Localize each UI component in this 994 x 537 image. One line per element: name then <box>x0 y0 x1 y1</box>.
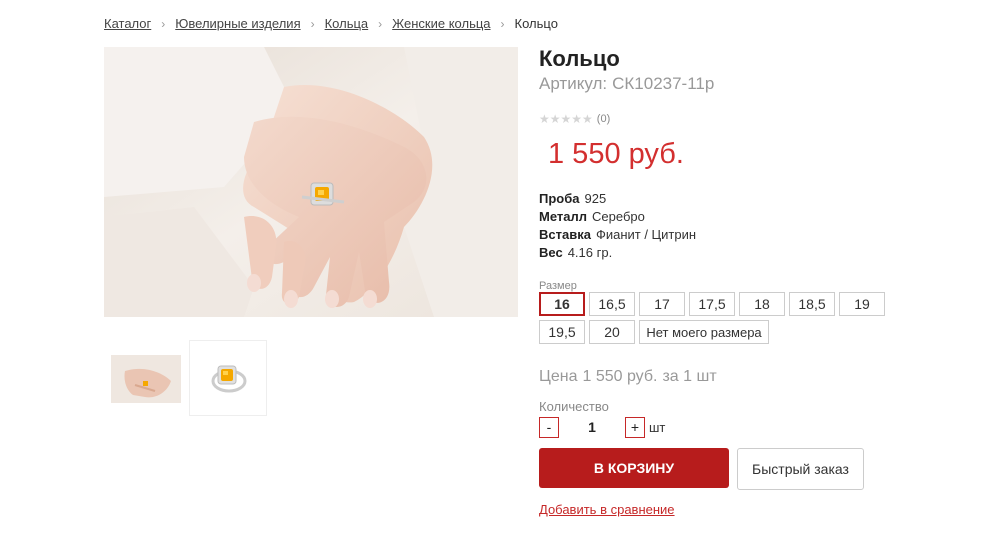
size-option-none[interactable]: Нет моего размера <box>639 320 769 344</box>
size-option-19[interactable]: 19 <box>839 292 885 316</box>
product-sku: Артикул: СК10237-11р <box>539 74 714 94</box>
spec-value: Фианит / Цитрин <box>595 227 697 242</box>
size-option-16[interactable]: 16 <box>539 292 585 316</box>
unit-price-label: Цена <box>539 368 578 385</box>
quantity-input[interactable] <box>559 419 625 435</box>
add-to-cart-button[interactable]: В КОРЗИНУ <box>539 448 729 488</box>
thumbnail-hand-photo[interactable] <box>104 340 182 416</box>
quantity-unit: шт <box>649 419 666 435</box>
size-label: Размер <box>539 280 577 292</box>
rating-stars-icon: ★★★★★ <box>539 112 593 126</box>
quantity-label: Количество <box>539 399 609 414</box>
ring-photo-icon <box>104 47 518 317</box>
size-selector: 16 16,5 17 17,5 18 18,5 19 19,5 20 Нет м… <box>539 292 889 344</box>
spec-value: Серебро <box>592 209 645 224</box>
spec-value: 4.16 гр. <box>567 245 613 260</box>
quantity-stepper: - + шт <box>539 416 665 438</box>
product-price: 1 550 руб. <box>548 138 684 171</box>
spec-key: Металл <box>539 209 588 224</box>
unit-price-value: 1 550 руб. <box>582 368 658 385</box>
unit-price: Цена 1 550 руб. за 1 шт <box>539 368 717 386</box>
sku-value: СК10237-11р <box>612 74 715 93</box>
spec-value: 925 <box>584 191 607 206</box>
breadcrumb-separator: › <box>161 16 166 31</box>
ring-thumbnail-icon <box>211 365 247 393</box>
product-title: Кольцо <box>539 46 620 71</box>
size-option-19-5[interactable]: 19,5 <box>539 320 585 344</box>
spec-row: Вес 4.16 гр. <box>539 244 696 262</box>
size-option-18-5[interactable]: 18,5 <box>789 292 835 316</box>
size-option-17-5[interactable]: 17,5 <box>689 292 735 316</box>
spec-key: Проба <box>539 191 580 206</box>
ring-thumbnail-icon <box>111 355 181 403</box>
size-option-17[interactable]: 17 <box>639 292 685 316</box>
breadcrumb-separator: › <box>378 16 383 31</box>
thumbnail-ring-photo[interactable] <box>189 340 267 416</box>
spec-key: Вставка <box>539 227 591 242</box>
breadcrumb-current: Кольцо <box>514 16 558 31</box>
price-currency: руб. <box>628 138 684 170</box>
quick-order-button[interactable]: Быстрый заказ <box>737 448 864 490</box>
breadcrumb-jewelry[interactable]: Ювелирные изделия <box>175 16 300 31</box>
price-value: 1 550 <box>548 138 621 170</box>
spec-row: Металл Серебро <box>539 208 696 226</box>
spec-key: Вес <box>539 245 563 260</box>
breadcrumb-womens-rings[interactable]: Женские кольца <box>392 16 490 31</box>
spec-list: Проба 925 Металл Серебро Вставка Фианит … <box>539 190 696 262</box>
size-option-18[interactable]: 18 <box>739 292 785 316</box>
unit-price-suffix: за 1 шт <box>662 368 717 385</box>
add-to-compare-link[interactable]: Добавить в сравнение <box>539 502 675 517</box>
spec-row: Проба 925 <box>539 190 696 208</box>
breadcrumb-catalog[interactable]: Каталог <box>104 16 151 31</box>
breadcrumb: Каталог › Ювелирные изделия › Кольца › Ж… <box>104 16 558 31</box>
breadcrumb-rings[interactable]: Кольца <box>325 16 369 31</box>
size-option-20[interactable]: 20 <box>589 320 635 344</box>
breadcrumb-separator: › <box>500 16 505 31</box>
breadcrumb-separator: › <box>310 16 315 31</box>
quantity-increase-button[interactable]: + <box>625 416 645 438</box>
sku-label: Артикул: <box>539 74 608 93</box>
product-main-image[interactable] <box>104 47 518 317</box>
quantity-decrease-button[interactable]: - <box>539 416 559 438</box>
spec-row: Вставка Фианит / Цитрин <box>539 226 696 244</box>
size-option-16-5[interactable]: 16,5 <box>589 292 635 316</box>
product-rating[interactable]: ★★★★★ (0) <box>539 112 610 126</box>
rating-count: (0) <box>596 113 611 125</box>
